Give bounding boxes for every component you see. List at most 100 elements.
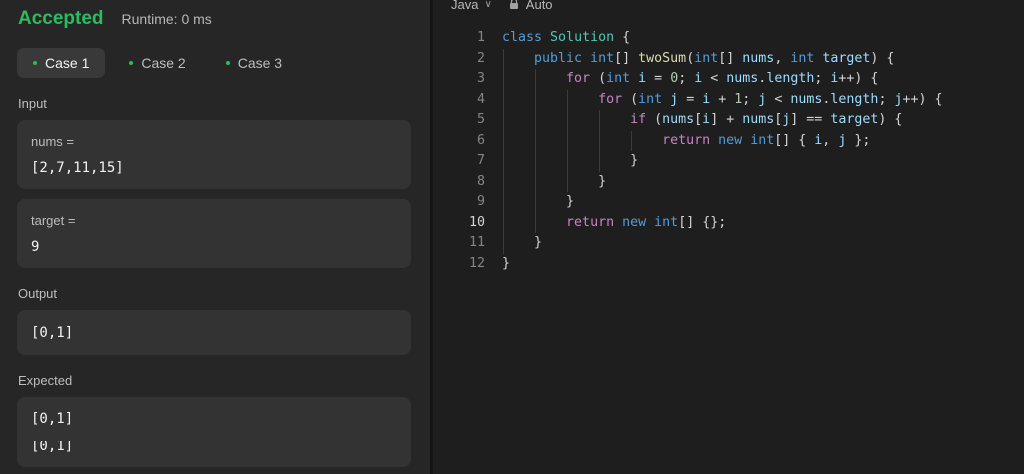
code-token: + [710,91,735,107]
line-number: 10 [468,214,485,230]
status-accepted: Accepted [18,8,104,29]
code-text: } [502,233,542,254]
param-value: [2,7,11,15] [31,160,124,176]
code-text: class Solution { [502,28,630,49]
tab-case-2[interactable]: Case 2 [113,48,201,78]
code-token: ; [678,71,695,86]
expected-box: [0,1] [17,397,411,441]
tab-case-3[interactable]: Case 3 [210,48,298,78]
code-token: ; [742,91,759,107]
code-token: length [830,91,879,107]
line-number: 7 [476,153,485,168]
code-token: < [702,71,727,86]
code-text: if (nums[i] + nums[j] == target) { [502,110,902,131]
code-token: nums [742,50,775,66]
code-text: return new int[] {}; [502,213,726,234]
language-label: Java [451,0,479,12]
auto-mode-label[interactable]: Auto [526,0,553,12]
line-number: 4 [476,91,485,107]
code-token: [] [614,50,639,66]
code-token: int [790,50,815,66]
code-token: int [694,50,719,66]
param-name: nums = [31,134,74,149]
code-token: nums [742,112,775,127]
code-text: } [502,192,574,213]
test-result-panel: Accepted Runtime: 0 ms Case 1 Case 2 Cas… [0,0,430,474]
code-token: ++) { [838,71,879,86]
code-token: nums [790,91,823,107]
code-token: int [654,214,679,230]
code-token: } [502,173,607,189]
expected-label: Expected [18,373,73,388]
code-token: } [502,153,639,168]
code-token: if [630,112,647,127]
code-text: return new int[] { i, j }; [502,131,870,152]
code-editor[interactable]: Java ∨ Auto 1 class Solution {2 public in… [433,0,1024,474]
code-text: for (int j = i + 1; j < nums.length; j++… [502,90,942,111]
code-token: new [718,132,743,148]
code-token: target [830,112,879,127]
code-token: ] == [790,112,831,127]
param-value: 9 [31,239,40,255]
code-token: return [566,214,615,230]
line-number: 3 [476,71,485,86]
code-token: { [614,30,631,45]
line-number: 8 [476,173,485,189]
code-token: = [646,71,671,86]
code-token: } [502,235,543,250]
code-token: public [534,50,583,66]
code-token: i [702,112,711,127]
passed-dot-icon [33,61,37,65]
code-token: [] [718,50,743,66]
code-token: ) { [870,50,895,66]
code-token: ( [590,71,607,86]
lock-icon [509,0,518,9]
chevron-down-icon: ∨ [484,0,492,10]
code-token: } [502,255,511,271]
code-token: new [622,214,647,230]
code-text: } [502,254,510,275]
tab-label: Case 1 [45,55,90,71]
code-token: for [598,91,623,107]
result-header: Accepted Runtime: 0 ms [18,6,212,32]
expected-value: [0,1] [31,411,74,427]
line-number: 5 [476,112,485,127]
code-token: , [774,50,791,66]
output-value: [0,1] [31,324,74,341]
code-token: target [822,50,871,66]
code-token: 0 [670,71,679,86]
case-tabs: Case 1 Case 2 Case 3 [17,48,306,78]
param-name: target = [31,213,76,228]
code-token: ] + [710,112,743,127]
code-text: } [502,151,638,172]
code-token: ; [878,91,895,107]
line-number: 6 [476,132,485,148]
code-token: int [750,132,775,148]
language-select[interactable]: Java ∨ [451,0,492,12]
runtime-label: Runtime: 0 ms [121,11,212,27]
code-token: class [502,30,543,45]
code-token: ) { [878,112,903,127]
code-token: ( [622,91,639,107]
input-nums-box: nums = [2,7,11,15] [17,120,411,189]
passed-dot-icon [225,61,230,65]
code-token: return [662,132,711,148]
code-token: < [766,91,791,107]
code-token: Solution [550,30,615,45]
tab-case-1[interactable]: Case 1 [17,48,106,78]
code-token: }; [846,132,871,148]
line-number: 9 [476,194,485,209]
code-token: twoSum [638,50,687,66]
